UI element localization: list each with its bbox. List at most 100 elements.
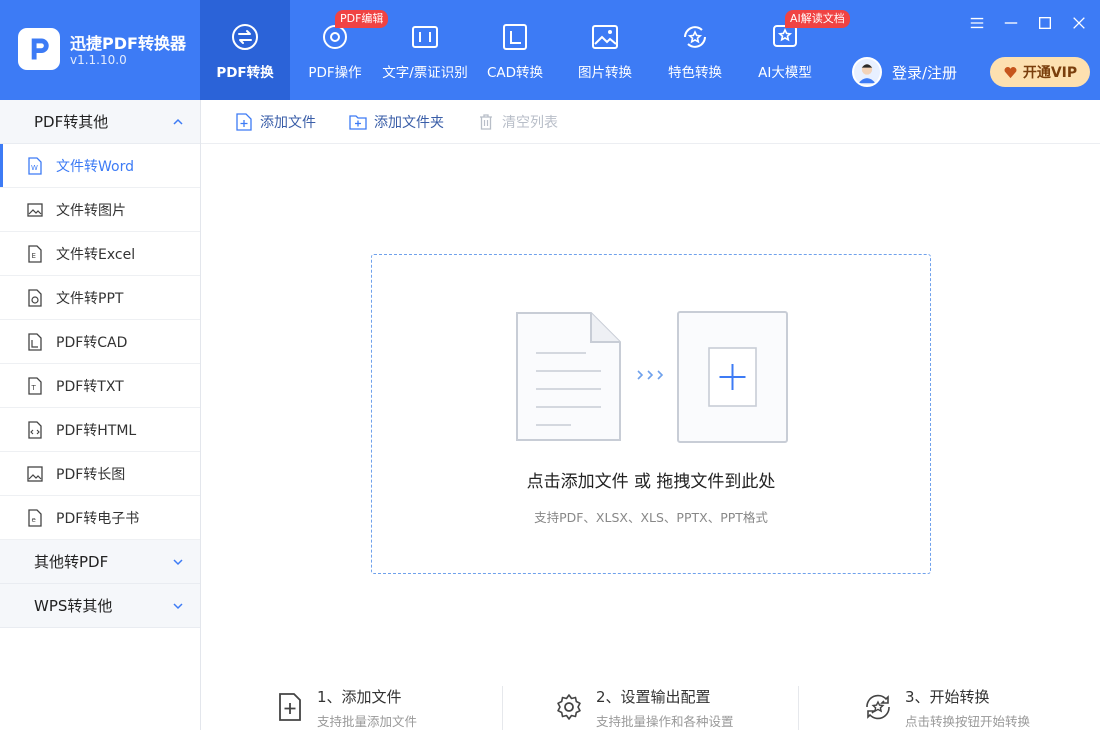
nav-label: AI大模型 xyxy=(758,65,812,81)
nav-cad[interactable]: CAD转换 xyxy=(470,0,560,100)
sidebar-item-label: 文件转Excel xyxy=(56,246,136,263)
section-pdf-to-other[interactable]: PDF转其他 xyxy=(0,100,200,144)
chevron-down-icon xyxy=(173,558,183,565)
nav-special[interactable]: 特色转换 xyxy=(650,0,740,100)
html-file-icon xyxy=(28,420,42,439)
sidebar-item-pdf-to-txt[interactable]: T PDF转TXT xyxy=(0,364,200,408)
star-convert-icon xyxy=(866,694,890,720)
svg-text:W: W xyxy=(31,164,38,172)
star-convert-icon xyxy=(684,26,706,48)
ocr-scan-icon xyxy=(412,26,438,48)
sidebar-item-pdf-to-html[interactable]: PDF转HTML xyxy=(0,408,200,452)
sidebar-item-pdf-to-cad[interactable]: PDF转CAD xyxy=(0,320,200,364)
step-divider xyxy=(798,686,799,730)
top-header: 迅捷PDF转换器 v1.1.10.0 PDF转换 PDF编辑 PDF操作 文字/… xyxy=(0,0,1100,100)
main-nav: PDF转换 PDF编辑 PDF操作 文字/票证识别 CAD转换 图片转换 特色转… xyxy=(200,0,850,100)
nav-badge: AI解读文档 xyxy=(785,10,850,28)
gear-icon xyxy=(557,694,581,720)
ppt-file-icon xyxy=(28,288,42,307)
nav-label: 图片转换 xyxy=(578,65,632,81)
section-label: WPS转其他 xyxy=(34,597,113,615)
maximize-icon[interactable] xyxy=(1036,14,1054,32)
avatar xyxy=(852,57,882,87)
add-folder-label: 添加文件夹 xyxy=(374,114,444,131)
vip-button[interactable]: 开通VIP xyxy=(990,57,1090,87)
sidebar-item-label: PDF转TXT xyxy=(56,378,124,395)
login-label: 登录/注册 xyxy=(892,63,958,82)
file-drop-zone[interactable]: 点击添加文件 或 拖拽文件到此处 支持PDF、XLSX、XLS、PPTX、PPT… xyxy=(371,254,931,574)
cad-file-icon xyxy=(28,332,42,351)
sidebar-item-file-to-ppt[interactable]: 文件转PPT xyxy=(0,276,200,320)
nav-label: 特色转换 xyxy=(668,65,722,81)
nav-pdf-operate[interactable]: PDF编辑 PDF操作 xyxy=(290,0,389,100)
section-label: PDF转其他 xyxy=(34,113,109,131)
nav-ocr[interactable]: 文字/票证识别 xyxy=(380,0,470,100)
steps-bar: 1、添加文件 支持批量添加文件 2、设置输出配置 支持批量操作和各种设置 3、开… xyxy=(201,680,1100,730)
section-wps-to-other[interactable]: WPS转其他 xyxy=(0,584,200,628)
svg-text:e: e xyxy=(32,516,36,524)
sidebar-item-pdf-to-ebook[interactable]: e PDF转电子书 xyxy=(0,496,200,540)
sidebar: PDF转其他 W 文件转Word 文件转图片 E 文件转Excel 文件转PPT… xyxy=(0,100,201,730)
nav-label: PDF转换 xyxy=(216,65,274,81)
sidebar-item-label: PDF转电子书 xyxy=(56,510,140,527)
drop-zone-title: 点击添加文件 或 拖拽文件到此处 xyxy=(526,472,776,492)
nav-ai[interactable]: AI解读文档 AI大模型 xyxy=(740,0,850,100)
cad-icon xyxy=(503,24,527,50)
add-file-icon xyxy=(279,693,301,721)
sidebar-item-label: PDF转长图 xyxy=(56,466,126,483)
add-folder-button[interactable]: 添加文件夹 xyxy=(348,112,444,132)
step-divider xyxy=(502,686,503,730)
minimize-icon[interactable] xyxy=(1002,14,1020,32)
step-desc: 支持批量操作和各种设置 xyxy=(596,714,734,729)
svg-text:T: T xyxy=(31,384,37,392)
sidebar-item-label: PDF转CAD xyxy=(56,334,128,351)
add-file-button[interactable]: 添加文件 xyxy=(234,112,316,132)
step-start-convert: 3、开始转换 点击转换按钮开始转换 xyxy=(863,686,1030,730)
vip-heart-icon xyxy=(1004,66,1017,78)
clear-list-button[interactable]: 清空列表 xyxy=(476,112,558,132)
txt-file-icon: T xyxy=(28,376,42,395)
nav-label: CAD转换 xyxy=(486,65,544,81)
nav-label: 文字/票证识别 xyxy=(382,65,468,81)
nav-pdf-convert[interactable]: PDF转换 xyxy=(200,0,290,100)
step-title: 2、设置输出配置 xyxy=(596,688,711,706)
app-name: 迅捷PDF转换器 xyxy=(70,34,186,53)
sidebar-item-file-to-image[interactable]: 文件转图片 xyxy=(0,188,200,232)
convert-icon xyxy=(232,24,258,50)
drop-zone-hint: 支持PDF、XLSX、XLS、PPTX、PPT格式 xyxy=(534,510,768,525)
toolbar: 添加文件 添加文件夹 清空列表 xyxy=(201,100,1100,144)
user-login[interactable]: 登录/注册 xyxy=(852,57,957,87)
excel-file-icon: E xyxy=(28,244,42,263)
arrows-icon xyxy=(637,370,664,380)
clear-list-label: 清空列表 xyxy=(502,114,558,131)
close-icon[interactable] xyxy=(1070,14,1088,32)
sidebar-item-label: 文件转PPT xyxy=(56,290,124,307)
ebook-icon: e xyxy=(28,508,42,527)
add-file-label: 添加文件 xyxy=(260,114,316,131)
step-desc: 点击转换按钮开始转换 xyxy=(905,714,1031,729)
step-desc: 支持批量添加文件 xyxy=(317,714,418,729)
add-folder-icon xyxy=(349,114,367,130)
sidebar-item-label: PDF转HTML xyxy=(56,422,137,439)
sidebar-item-pdf-to-long-image[interactable]: PDF转长图 xyxy=(0,452,200,496)
drop-illustration xyxy=(516,311,788,443)
sidebar-item-file-to-excel[interactable]: E 文件转Excel xyxy=(0,232,200,276)
svg-text:E: E xyxy=(32,252,36,260)
step-title: 3、开始转换 xyxy=(905,688,990,706)
menu-icon[interactable] xyxy=(968,14,986,32)
step-add-file: 1、添加文件 支持批量添加文件 xyxy=(275,686,417,730)
section-label: 其他转PDF xyxy=(34,553,109,571)
sidebar-item-label: 文件转图片 xyxy=(56,202,126,219)
chevron-down-icon xyxy=(173,602,183,609)
sidebar-item-label: 文件转Word xyxy=(56,158,134,175)
image-icon xyxy=(592,25,618,49)
vip-label: 开通VIP xyxy=(1022,65,1078,81)
word-file-icon: W xyxy=(28,156,42,175)
step-title: 1、添加文件 xyxy=(317,688,402,706)
nav-label: PDF操作 xyxy=(308,65,362,81)
nav-image[interactable]: 图片转换 xyxy=(560,0,650,100)
sidebar-item-file-to-word[interactable]: W 文件转Word xyxy=(0,144,200,188)
image-file-icon xyxy=(27,202,43,217)
section-other-to-pdf[interactable]: 其他转PDF xyxy=(0,540,200,584)
app-logo xyxy=(18,28,60,70)
